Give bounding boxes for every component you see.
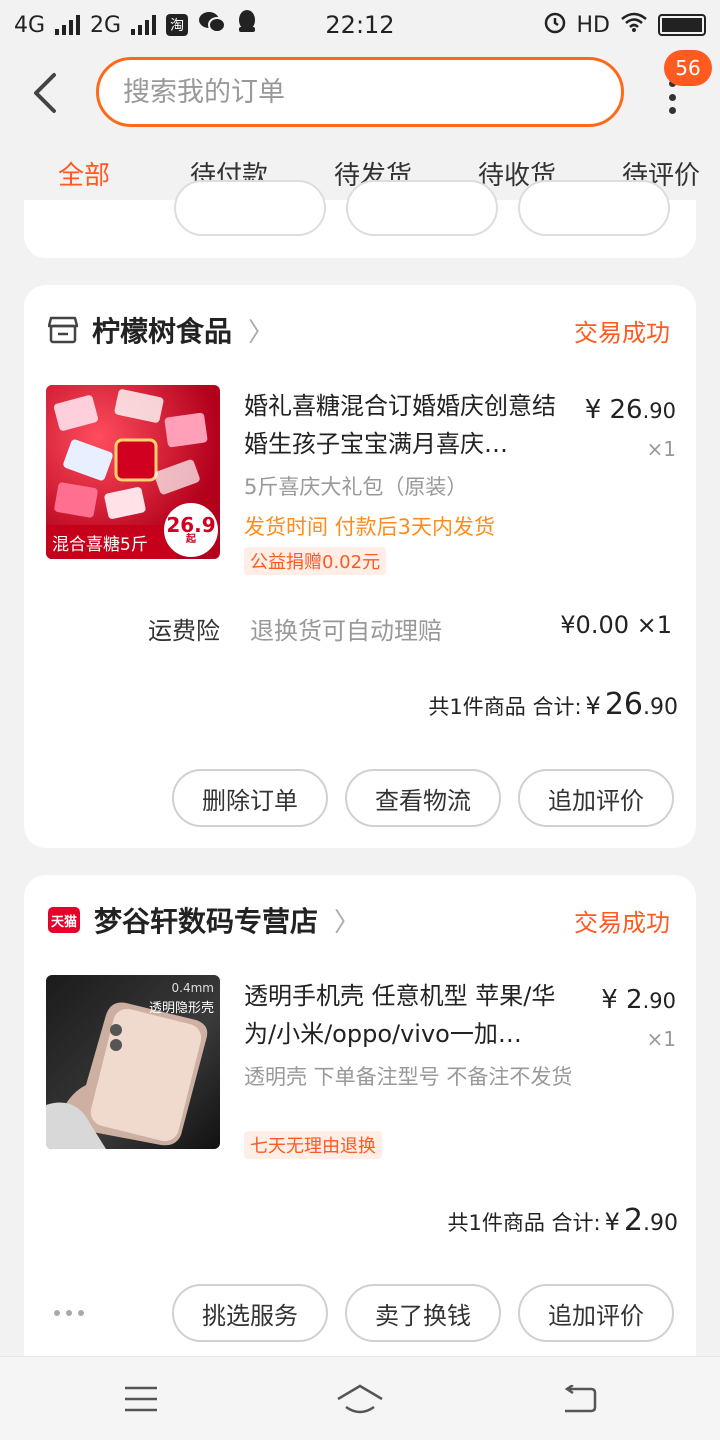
- previous-action-button[interactable]: [518, 180, 670, 236]
- store-icon: [48, 315, 78, 345]
- product-title[interactable]: 透明手机壳 任意机型 苹果/华为/小米/oppo/vivo一加…: [244, 977, 574, 1053]
- shop-header[interactable]: 天猫 梦谷轩数码专营店 〉: [48, 895, 360, 945]
- shop-header[interactable]: 柠檬树食品 〉: [48, 305, 274, 355]
- ship-time: 发货时间 付款后3天内发货: [244, 515, 496, 539]
- search-box[interactable]: [96, 57, 624, 127]
- battery-icon: [658, 14, 706, 36]
- add-review-button[interactable]: 追加评价: [518, 1284, 674, 1342]
- more-actions-button[interactable]: [54, 1310, 84, 1316]
- signal-icon: [55, 15, 81, 35]
- notification-badge: 56: [664, 50, 712, 86]
- order-summary: 共1件商品 合计: ¥ 26.90: [428, 687, 678, 722]
- sell-for-cash-button[interactable]: 卖了换钱: [345, 1284, 501, 1342]
- thumb-price-suffix: 起: [186, 534, 196, 545]
- alarm-icon: [543, 10, 567, 40]
- network-2g-label: 2G: [90, 12, 122, 38]
- previous-action-button[interactable]: [174, 180, 326, 236]
- previous-action-button[interactable]: [346, 180, 498, 236]
- search-input[interactable]: [99, 60, 621, 124]
- product-quantity: ×1: [646, 1027, 676, 1051]
- product-quantity: ×1: [646, 437, 676, 461]
- price-prefix: ¥: [584, 395, 602, 425]
- product-sku: 透明壳 下单备注型号 不备注不发货: [244, 1065, 573, 1089]
- wechat-notification-icon: [198, 10, 227, 40]
- summary-price-prefix: ¥: [604, 1208, 620, 1236]
- home-icon: [337, 1384, 383, 1414]
- price-main: 2: [626, 985, 643, 1015]
- shop-name: 梦谷轩数码专营店: [94, 905, 319, 938]
- return-policy-tag: 七天无理由退换: [244, 1131, 382, 1159]
- thumb-caption-bar: 混合喜糖5斤: [46, 525, 176, 559]
- select-service-button[interactable]: 挑选服务: [172, 1284, 328, 1342]
- thumb-price: 26.9: [166, 513, 216, 537]
- price-decimal: .90: [642, 399, 676, 423]
- summary-count: 共1件商品 合计:: [447, 1211, 601, 1235]
- add-review-button[interactable]: 追加评价: [518, 769, 674, 827]
- summary-price-decimal: .90: [643, 695, 678, 720]
- menu-button[interactable]: [116, 1377, 166, 1421]
- view-logistics-button[interactable]: 查看物流: [345, 769, 501, 827]
- product-thumbnail[interactable]: 混合喜糖5斤 26.9 起: [46, 385, 220, 559]
- back-icon: [564, 1385, 597, 1413]
- price-decimal: .90: [642, 989, 676, 1013]
- status-right: HD: [543, 10, 706, 40]
- menu-icon: [125, 1386, 157, 1412]
- status-bar: 4G 2G 淘 22:12 HD: [0, 0, 720, 50]
- product-sku: 5斤喜庆大礼包（原装）: [244, 475, 468, 499]
- price-prefix: ¥: [601, 985, 618, 1015]
- order-status: 交易成功: [574, 909, 670, 937]
- tmall-icon: 天猫: [48, 907, 80, 933]
- qq-notification-icon: [236, 9, 258, 41]
- back-nav-button[interactable]: [554, 1377, 604, 1421]
- chevron-left-icon: [34, 73, 56, 113]
- network-4g-label: 4G: [14, 12, 46, 38]
- header: 56: [0, 50, 720, 140]
- previous-order-card: [24, 180, 696, 258]
- shop-name: 柠檬树食品: [92, 315, 233, 348]
- order-summary: 共1件商品 合计: ¥ 2.90: [448, 1203, 679, 1238]
- status-left: 4G 2G 淘: [14, 9, 258, 41]
- summary-price-main: 26: [604, 687, 643, 722]
- order-card: 天猫 梦谷轩数码专营店 〉 交易成功 0.4mm 透明隐形壳 透明手机壳 任意机…: [24, 875, 696, 1360]
- thumb-price-circle: 26.9 起: [164, 503, 218, 557]
- delete-order-button[interactable]: 删除订单: [172, 769, 328, 827]
- chevron-right-icon: 〉: [248, 317, 275, 348]
- signal-icon: [131, 15, 157, 35]
- order-status: 交易成功: [574, 319, 670, 347]
- thumb-spec: 0.4mm: [171, 981, 214, 995]
- order-card: 柠檬树食品 〉 交易成功 混合喜糖5斤 26.9 起 婚礼喜糖混合订婚婚庆创意结…: [24, 285, 696, 848]
- system-nav-bar: [0, 1356, 720, 1440]
- charity-tag: 公益捐赠0.02元: [244, 547, 387, 575]
- insurance-label: 运费险: [148, 617, 220, 645]
- thumb-caption: 透明隐形壳: [148, 1001, 214, 1016]
- summary-price-decimal: .90: [643, 1211, 678, 1236]
- product-price: ¥ 2.90: [601, 985, 676, 1015]
- product-thumbnail[interactable]: 0.4mm 透明隐形壳: [46, 975, 220, 1149]
- summary-price-main: 2: [623, 1203, 643, 1238]
- back-button[interactable]: [22, 68, 66, 118]
- product-price: ¥ 26.90: [585, 395, 676, 425]
- insurance-desc: 退换货可自动理赔: [250, 617, 442, 645]
- summary-price-prefix: ¥: [585, 692, 601, 720]
- hd-label: HD: [576, 12, 610, 38]
- home-button[interactable]: [335, 1377, 385, 1421]
- wifi-icon: [620, 11, 648, 39]
- price-main: 26: [609, 395, 643, 425]
- product-title[interactable]: 婚礼喜糖混合订婚婚庆创意结婚生孩子宝宝满月喜庆…: [244, 387, 574, 463]
- thumb-caption: 混合喜糖5斤: [52, 534, 148, 555]
- tab-all[interactable]: 全部: [58, 155, 110, 192]
- chevron-right-icon: 〉: [334, 907, 361, 938]
- taobao-notification-icon: 淘: [166, 14, 189, 36]
- insurance-price: ¥0.00 ×1: [560, 611, 672, 639]
- summary-count: 共1件商品 合计:: [428, 695, 582, 719]
